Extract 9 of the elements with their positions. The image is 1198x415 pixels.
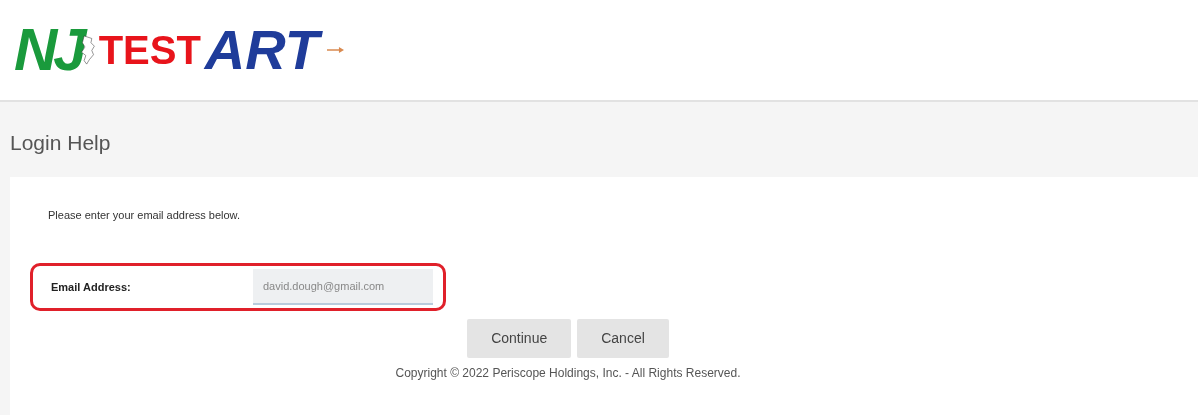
page-title: Login Help <box>10 130 112 156</box>
action-button[interactable]: Cancel <box>577 319 669 358</box>
email-label: Email Address: <box>51 279 132 295</box>
logo: NJ TESTART <box>14 15 344 85</box>
start-text: ART <box>204 18 327 82</box>
instructions-text: Please enter your email address below. <box>48 207 241 223</box>
copyright-text: Copyright © 2022 Periscope Holdings, Inc. - All Rights Reserved. <box>394 365 742 382</box>
action-button[interactable]: Continue <box>467 319 572 358</box>
test-label: TEST <box>98 30 201 70</box>
